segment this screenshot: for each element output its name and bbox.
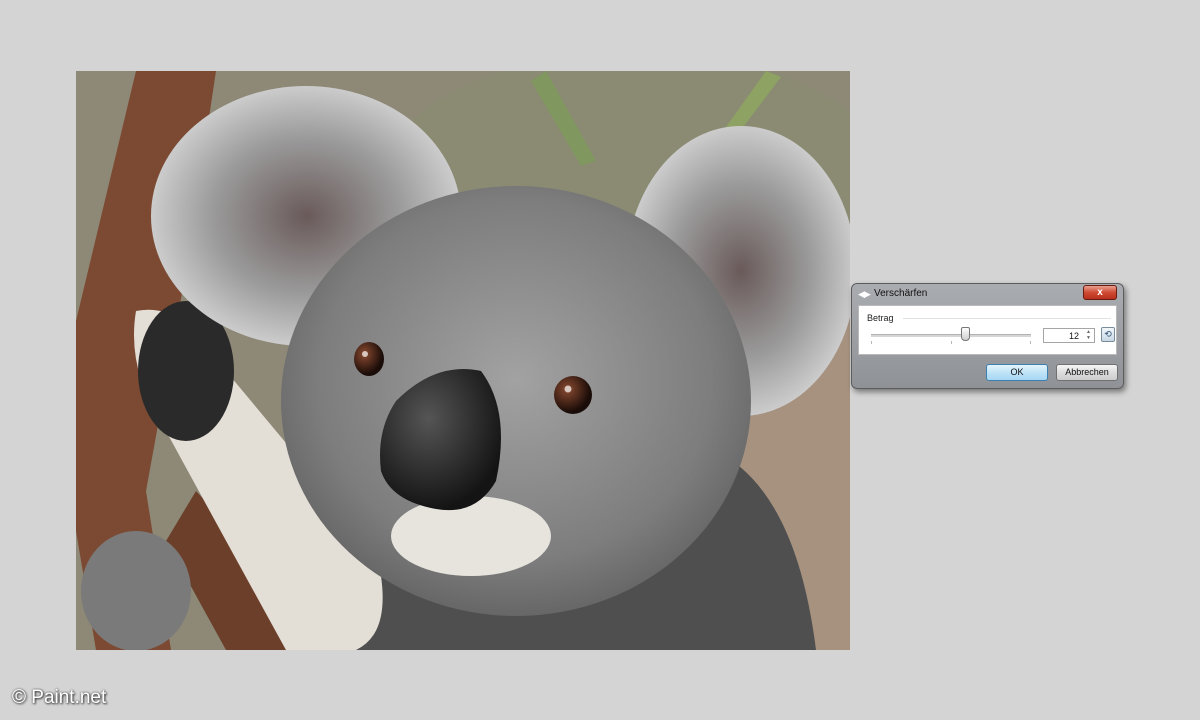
slider-tick — [951, 341, 952, 344]
slider-tick — [1030, 341, 1031, 344]
koala-photo — [76, 71, 850, 650]
canvas-image — [76, 71, 850, 650]
sharpen-icon: ◀▶ — [858, 289, 871, 299]
dialog-titlebar[interactable]: ◀▶ Verschärfen x — [852, 284, 1123, 304]
spin-arrows[interactable]: ▲ ▼ — [1083, 329, 1094, 342]
slider-tick — [871, 341, 872, 344]
dialog-title: Verschärfen — [874, 288, 928, 299]
watermark: © Paint.net — [12, 687, 107, 708]
group-divider — [903, 318, 1111, 319]
sharpen-dialog: ◀▶ Verschärfen x Betrag ▲▼ ⟲ OK Abbreche… — [851, 283, 1124, 389]
amount-group: Betrag ▲▼ ⟲ — [858, 305, 1117, 355]
reset-icon: ⟲ — [1104, 329, 1112, 339]
close-button[interactable]: x — [1083, 285, 1117, 300]
amount-label: Betrag — [867, 313, 894, 323]
ok-button[interactable]: OK — [986, 364, 1048, 381]
reset-button[interactable]: ⟲ — [1101, 327, 1115, 342]
cancel-button[interactable]: Abbrechen — [1056, 364, 1118, 381]
amount-slider[interactable] — [871, 334, 1031, 337]
slider-thumb[interactable] — [960, 327, 970, 341]
